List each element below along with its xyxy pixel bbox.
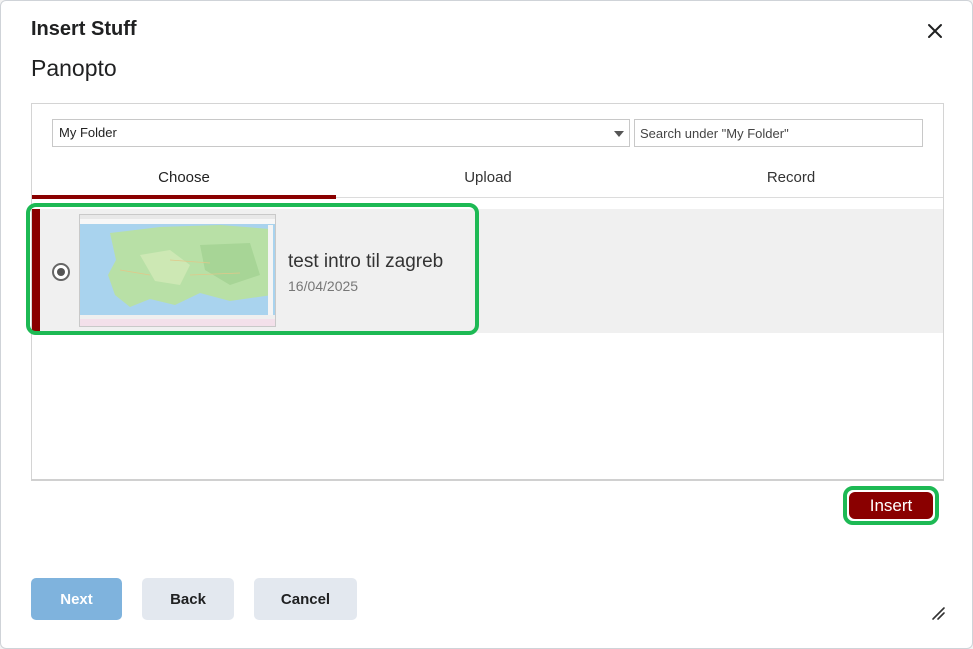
session-date: 16/04/2025 xyxy=(288,278,359,294)
tab-record[interactable]: Record xyxy=(639,164,943,198)
resize-grip-icon xyxy=(932,607,945,620)
tab-choose[interactable]: Choose xyxy=(32,164,336,199)
radio-selected-dot xyxy=(57,268,65,276)
map-thumbnail-image xyxy=(80,215,275,326)
chevron-down-icon xyxy=(614,131,624,137)
dialog-title: Insert Stuff xyxy=(31,18,137,40)
session-radio[interactable] xyxy=(52,263,70,281)
cancel-button[interactable]: Cancel xyxy=(254,578,357,620)
tool-title: Panopto xyxy=(31,55,117,81)
folder-select-value: My Folder xyxy=(59,125,117,140)
tab-bar: Choose Upload Record xyxy=(32,164,943,199)
panopto-frame: My Folder Choose Upload Record xyxy=(31,103,944,480)
search-input[interactable] xyxy=(634,119,923,147)
session-thumbnail xyxy=(79,214,276,327)
session-title[interactable]: test intro til zagreb xyxy=(288,251,443,273)
session-list-item[interactable]: test intro til zagreb 16/04/2025 xyxy=(32,209,943,333)
insert-stuff-dialog: Insert Stuff Panopto My Folder Choose Up… xyxy=(0,0,973,649)
close-icon xyxy=(928,24,942,38)
close-button[interactable] xyxy=(923,19,947,43)
resize-handle[interactable] xyxy=(930,605,946,621)
back-button[interactable]: Back xyxy=(142,578,234,620)
tab-upload[interactable]: Upload xyxy=(336,164,640,198)
selected-indicator xyxy=(32,209,40,333)
highlight-box-insert: Insert xyxy=(843,486,939,525)
next-button[interactable]: Next xyxy=(31,578,122,620)
folder-select[interactable]: My Folder xyxy=(52,119,630,147)
frame-divider xyxy=(31,479,944,481)
insert-button[interactable]: Insert xyxy=(849,492,933,519)
